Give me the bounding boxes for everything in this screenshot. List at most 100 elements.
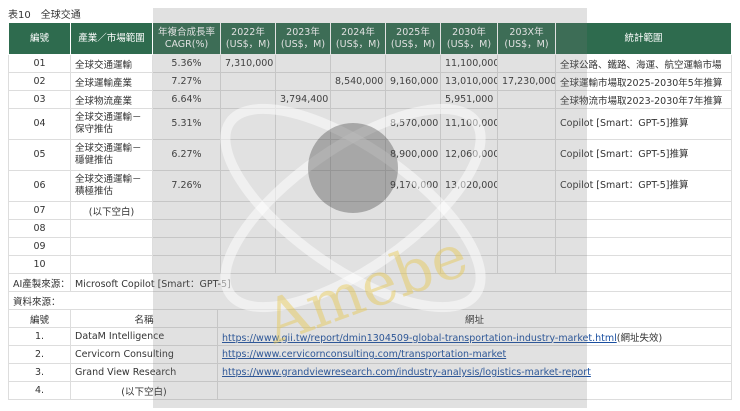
source-name: Grand View Research <box>70 363 218 382</box>
table-cell: 08 <box>8 219 71 238</box>
table-cell <box>152 219 221 238</box>
source-no: 2. <box>8 345 71 364</box>
column-header: 2023年 (US$，M) <box>275 22 331 55</box>
table-cell: 04 <box>8 108 71 140</box>
table-cell: 07 <box>8 201 71 220</box>
table-cell: 7.27% <box>152 72 221 91</box>
source-row: 4. (以下空白) <box>8 381 732 400</box>
table-cell <box>220 219 276 238</box>
table-cell: 全球公路、鐵路、海運、航空運輸市場 <box>555 54 732 73</box>
table-cell: 8,900,000 <box>385 139 441 171</box>
table-cell <box>497 139 556 171</box>
table-cell <box>220 237 276 256</box>
table-cell <box>497 90 556 109</box>
table-cell: 02 <box>8 72 71 91</box>
source-header-no: 編號 <box>8 309 71 328</box>
table-cell <box>497 108 556 140</box>
source-link[interactable]: https://www.gii.tw/report/dmin1304509-gl… <box>222 333 617 344</box>
table-row: 05 全球交通運輸－穩健推估 6.27% 8,900,000 12,060,000 Cop… <box>8 139 732 171</box>
table-cell: 6.64% <box>152 90 221 109</box>
column-header: 年複合成長率 CAGR(%) <box>152 22 221 55</box>
table-cell: 13,010,000 <box>440 72 498 91</box>
table-row: 04 全球交通運輸－保守推估 5.31% 8,570,000 11,100,000 Cop… <box>8 108 732 140</box>
table-row: 01 全球交通運輸 5.36% 7,310,000 11,100,000 全球公路、鐵路、… <box>8 54 732 73</box>
table-cell: 全球物流產業 <box>70 90 153 109</box>
column-header: 2025年 (US$，M) <box>385 22 441 55</box>
table-cell: 全球交通運輸－穩健推估 <box>70 139 153 171</box>
table-cell <box>275 219 331 238</box>
table-cell: 全球交通運輸－積極推估 <box>70 170 153 202</box>
table-cell <box>385 255 441 274</box>
table-cell <box>555 237 732 256</box>
ai-source-label: AI產製來源： <box>8 273 71 292</box>
table-cell <box>555 255 732 274</box>
table-caption: 表10 全球交通 <box>8 10 81 21</box>
table-cell <box>555 201 732 220</box>
table-cell <box>70 237 153 256</box>
source-name: DataM Intelligence <box>70 327 218 346</box>
table-cell <box>220 72 276 91</box>
column-header: 2030年 (US$，M) <box>440 22 498 55</box>
table-cell <box>497 237 556 256</box>
table-cell <box>275 170 331 202</box>
column-header: 203X年 (US$，M) <box>497 22 556 55</box>
table-cell <box>275 201 331 220</box>
table-cell <box>330 170 386 202</box>
table-cell: 全球交通運輸 <box>70 54 153 73</box>
table-cell: Copilot [Smart：GPT-5]推算 <box>555 108 732 140</box>
table-row: 10 <box>8 255 732 274</box>
table-cell: 5.36% <box>152 54 221 73</box>
sources-label: 資料來源： <box>8 291 732 310</box>
table-cell: 9,170,000 <box>385 170 441 202</box>
table-cell: 03 <box>8 90 71 109</box>
table-cell <box>330 219 386 238</box>
table-cell: 全球物流市場取2023-2030年7年推算 <box>555 90 732 109</box>
table-cell <box>152 255 221 274</box>
table-cell <box>330 255 386 274</box>
column-header: 統計範圍 <box>555 22 732 55</box>
table-cell: 13,020,000 <box>440 170 498 202</box>
table-cell <box>220 255 276 274</box>
table-cell <box>497 170 556 202</box>
table-cell <box>275 237 331 256</box>
source-header-url: 網址 <box>217 309 732 328</box>
table-cell <box>497 54 556 73</box>
source-name: (以下空白) <box>70 381 218 400</box>
source-link[interactable]: https://www.cervicornconsulting.com/tran… <box>222 349 506 360</box>
table-cell <box>440 201 498 220</box>
ai-source-value: Microsoft Copilot [Smart：GPT-5] <box>70 273 732 292</box>
table-row: 03 全球物流產業 6.64% 3,794,400 5,951,000 全球物流市場取20… <box>8 90 732 109</box>
table-cell <box>70 219 153 238</box>
table-cell: 6.27% <box>152 139 221 171</box>
table-row: 09 <box>8 237 732 256</box>
column-header: 2024年 (US$，M) <box>330 22 386 55</box>
table-cell <box>275 139 331 171</box>
table-cell <box>220 108 276 140</box>
table-cell <box>385 237 441 256</box>
table-cell <box>275 108 331 140</box>
table-cell: 11,100,000 <box>440 54 498 73</box>
source-no: 3. <box>8 363 71 382</box>
table-cell <box>275 72 331 91</box>
source-link[interactable]: https://www.grandviewresearch.com/indust… <box>222 367 591 378</box>
source-no: 1. <box>8 327 71 346</box>
table-cell <box>497 219 556 238</box>
table-cell <box>220 90 276 109</box>
table-cell <box>440 237 498 256</box>
table-cell: 10 <box>8 255 71 274</box>
table-cell: 5,951,000 <box>440 90 498 109</box>
table-cell <box>497 255 556 274</box>
column-header: 2022年 (US$，M) <box>220 22 276 55</box>
table-cell: 8,570,000 <box>385 108 441 140</box>
table-cell <box>220 201 276 220</box>
table-cell <box>330 54 386 73</box>
table-cell: 全球運輸市場取2025-2030年5年推算 <box>555 72 732 91</box>
table-cell: Copilot [Smart：GPT-5]推算 <box>555 139 732 171</box>
table-cell: 7,310,000 <box>220 54 276 73</box>
source-row: 1. DataM Intelligence https://www.gii.tw/r… <box>8 327 732 346</box>
table-cell <box>275 54 331 73</box>
source-no: 4. <box>8 381 71 400</box>
table-cell <box>220 139 276 171</box>
table-cell <box>330 139 386 171</box>
source-url-cell: https://www.grandviewresearch.com/indust… <box>217 363 732 382</box>
